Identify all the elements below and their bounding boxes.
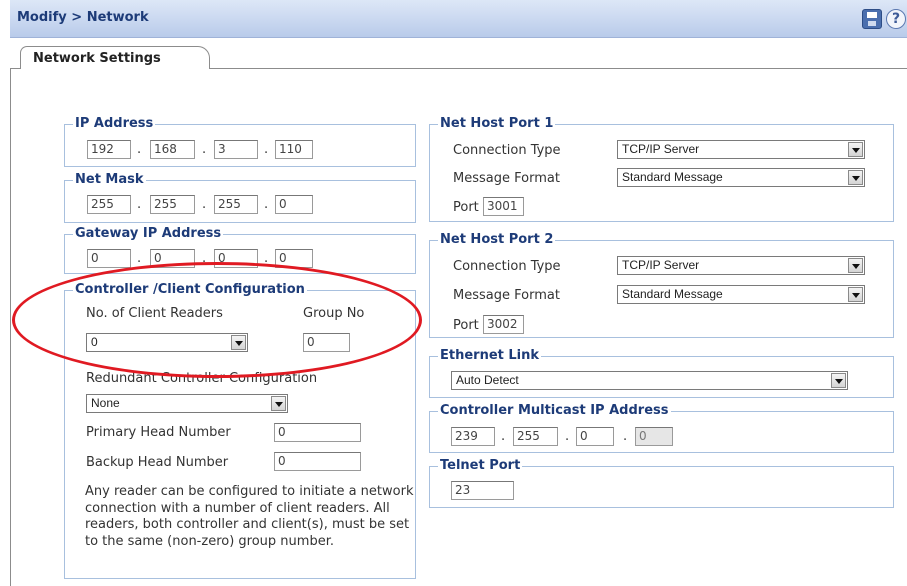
ip-octet-2[interactable]: 168	[150, 140, 195, 159]
primary-head-label: Primary Head Number	[86, 425, 231, 440]
chevron-down-icon[interactable]	[831, 373, 846, 388]
message-format-select-1[interactable]: Standard Message	[617, 168, 865, 187]
ethernet-link-legend: Ethernet Link	[438, 348, 542, 364]
help-text: Any reader can be configured to initiate…	[85, 484, 414, 549]
connection-type-label: Connection Type	[453, 259, 561, 274]
connection-type-value: TCP/IP Server	[622, 258, 700, 272]
gateway-octet-1[interactable]: 0	[87, 249, 131, 268]
host-port-2-legend: Net Host Port 2	[438, 232, 556, 248]
help-icon[interactable]: ?	[886, 9, 906, 29]
ethernet-link-select[interactable]: Auto Detect	[451, 371, 848, 390]
ip-octet-4[interactable]: 110	[275, 140, 313, 159]
title-bar: Modify > Network ?	[10, 0, 907, 38]
connection-type-value: TCP/IP Server	[622, 142, 700, 156]
dot-separator: .	[137, 142, 142, 157]
multicast-octet-1[interactable]: 239	[451, 427, 495, 446]
ip-octet-1[interactable]: 192	[87, 140, 131, 159]
dot-separator: .	[264, 142, 269, 157]
host-port-1-legend: Net Host Port 1	[438, 116, 556, 132]
chevron-down-icon[interactable]	[848, 142, 863, 157]
dot-separator: .	[137, 197, 142, 212]
port-field-1[interactable]: 3001	[483, 197, 524, 216]
message-format-label: Message Format	[453, 288, 560, 303]
chevron-down-icon[interactable]	[848, 170, 863, 185]
dot-separator: .	[501, 429, 506, 444]
dot-separator: .	[623, 429, 628, 444]
breadcrumb: Modify > Network	[17, 10, 149, 25]
redundant-select[interactable]: None	[86, 394, 288, 413]
telnet-port-field[interactable]: 23	[451, 481, 514, 500]
multicast-octet-4: 0	[635, 427, 673, 446]
ip-octet-3[interactable]: 3	[214, 140, 258, 159]
dot-separator: .	[264, 197, 269, 212]
multicast-legend: Controller Multicast IP Address	[438, 403, 671, 419]
chevron-down-icon[interactable]	[848, 258, 863, 273]
annotation-ellipse	[12, 262, 422, 378]
message-format-select-2[interactable]: Standard Message	[617, 285, 865, 304]
mask-octet-3[interactable]: 255	[214, 195, 258, 214]
backup-head-field[interactable]: 0	[274, 452, 361, 471]
dot-separator: .	[202, 142, 207, 157]
redundant-value: None	[91, 396, 120, 410]
gateway-legend: Gateway IP Address	[73, 226, 224, 242]
mask-octet-2[interactable]: 255	[150, 195, 195, 214]
port-label: Port	[453, 318, 479, 333]
connection-type-select-2[interactable]: TCP/IP Server	[617, 256, 865, 275]
multicast-octet-2[interactable]: 255	[513, 427, 558, 446]
primary-head-field[interactable]: 0	[274, 423, 361, 442]
connection-type-select-1[interactable]: TCP/IP Server	[617, 140, 865, 159]
connection-type-label: Connection Type	[453, 143, 561, 158]
chevron-down-icon[interactable]	[848, 287, 863, 302]
panel-border	[10, 68, 11, 586]
ethernet-link-value: Auto Detect	[456, 373, 519, 387]
chevron-down-icon[interactable]	[271, 396, 286, 411]
message-format-label: Message Format	[453, 171, 560, 186]
mask-octet-1[interactable]: 255	[87, 195, 131, 214]
save-icon[interactable]	[862, 9, 882, 29]
mask-octet-4[interactable]: 0	[275, 195, 313, 214]
dot-separator: .	[137, 251, 142, 266]
message-format-value: Standard Message	[622, 170, 723, 184]
ip-address-legend: IP Address	[73, 116, 156, 132]
net-mask-legend: Net Mask	[73, 172, 146, 188]
multicast-octet-3[interactable]: 0	[576, 427, 614, 446]
dot-separator: .	[565, 429, 570, 444]
message-format-value: Standard Message	[622, 287, 723, 301]
telnet-legend: Telnet Port	[438, 458, 523, 474]
port-field-2[interactable]: 3002	[483, 315, 524, 334]
port-label: Port	[453, 200, 479, 215]
tab-network-settings[interactable]: Network Settings	[20, 46, 210, 69]
backup-head-label: Backup Head Number	[86, 455, 229, 470]
dot-separator: .	[202, 197, 207, 212]
